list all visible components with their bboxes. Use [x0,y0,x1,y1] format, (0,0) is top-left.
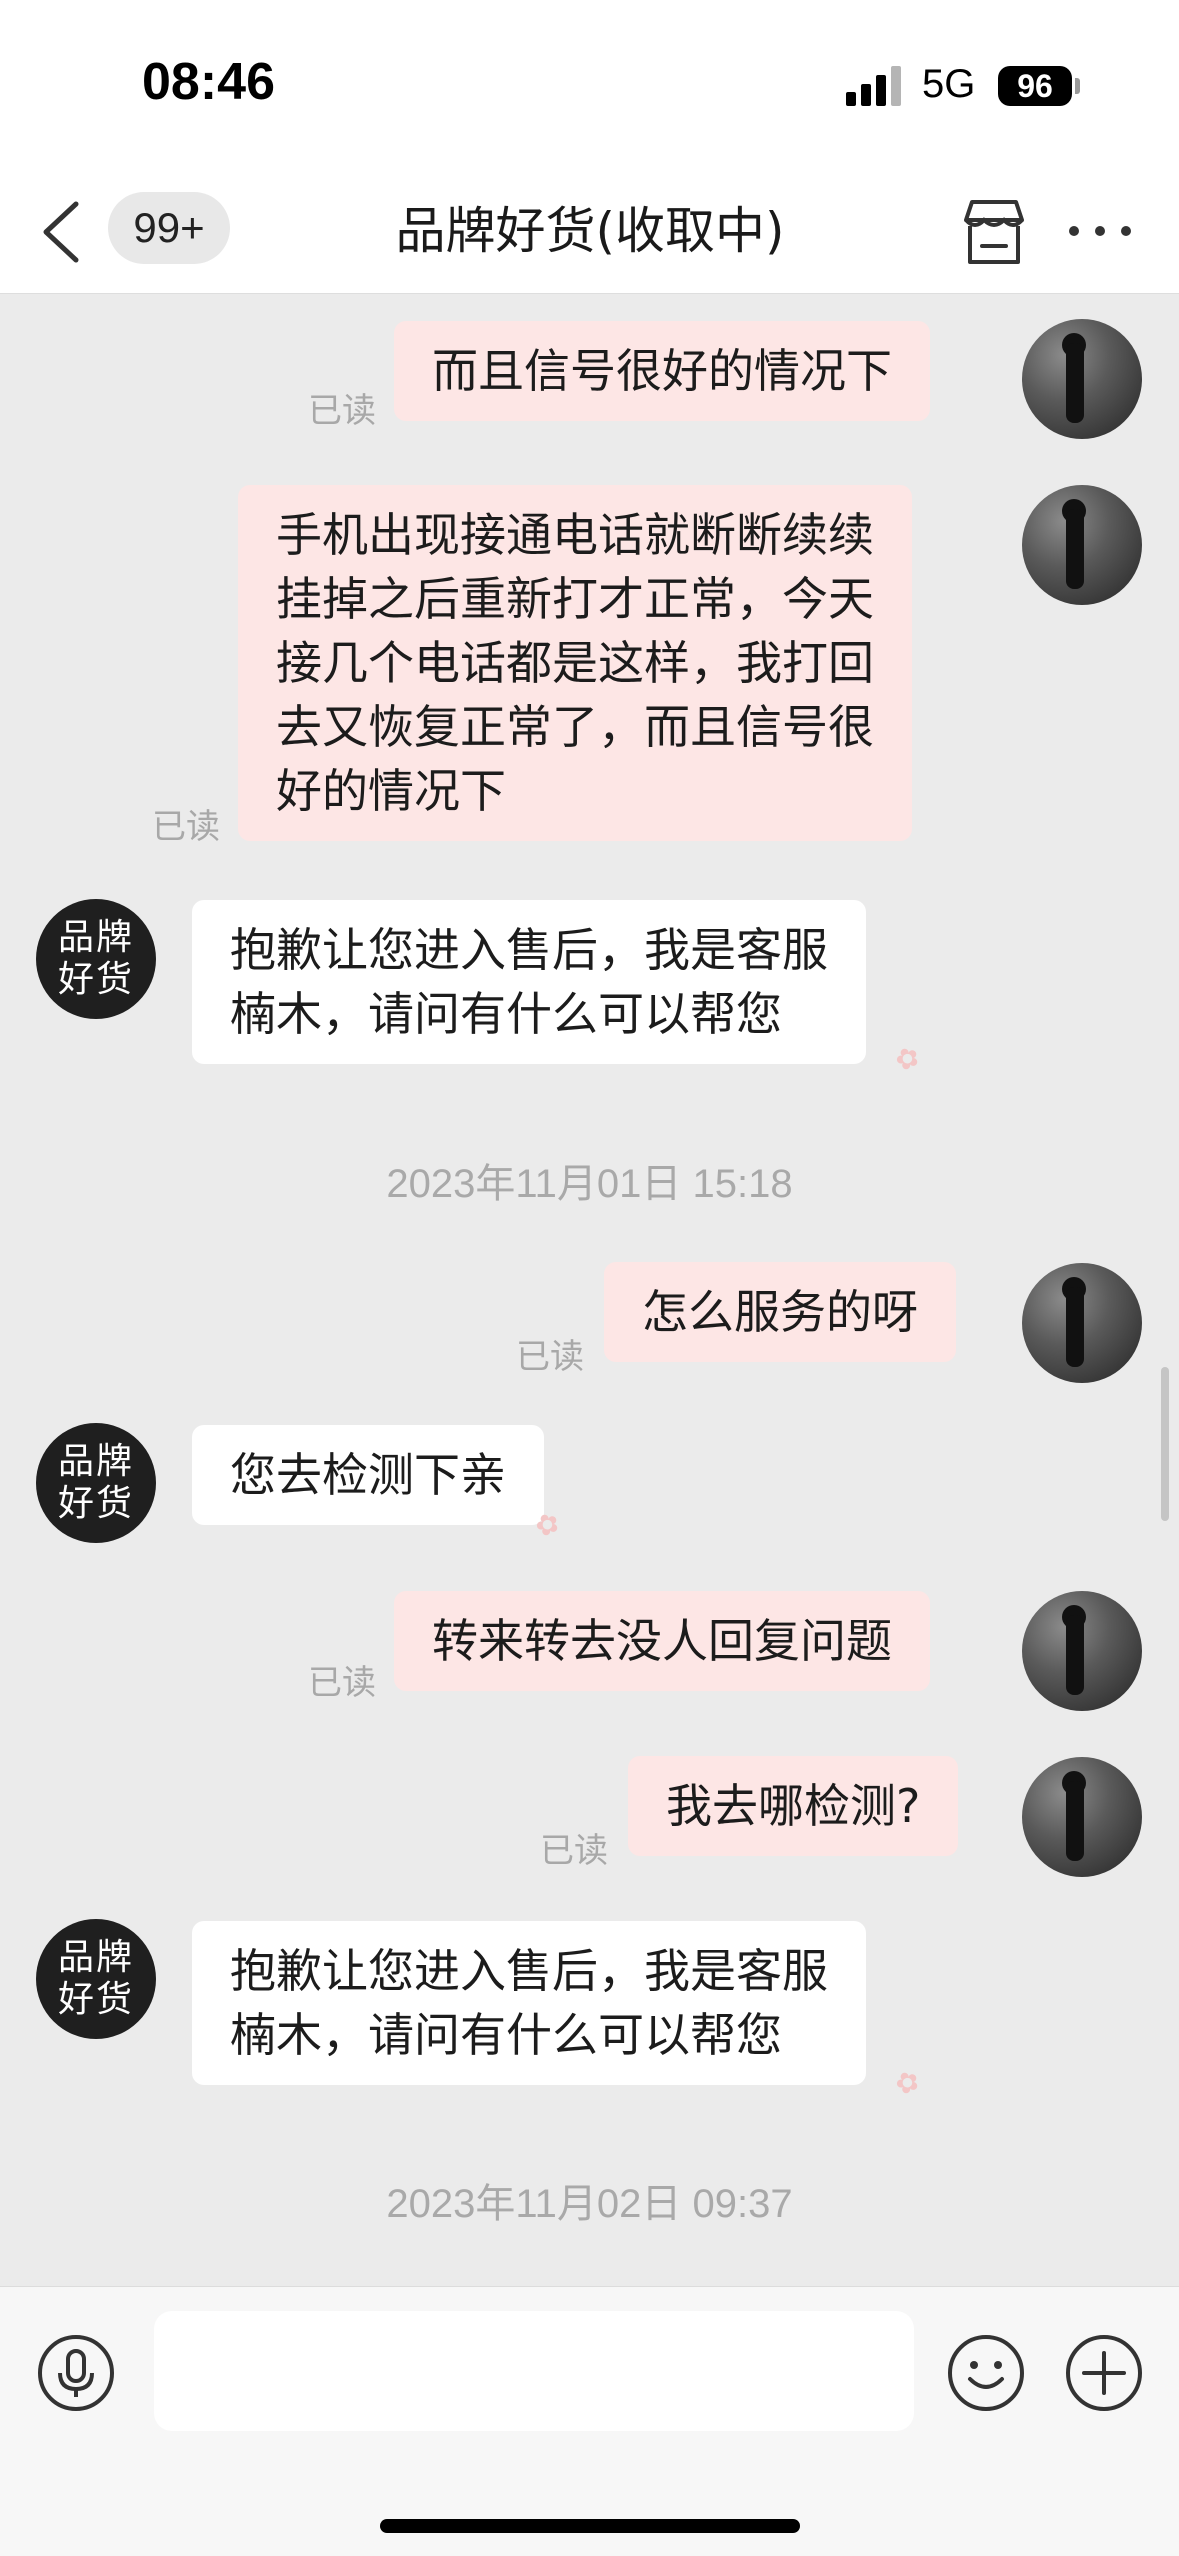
input-bar [0,2286,1179,2556]
microphone-icon[interactable] [36,2333,116,2413]
network-label: 5G [922,62,976,106]
read-receipt: 已读 [152,807,220,847]
store-icon[interactable] [956,194,1032,270]
timestamp: 2023年11月01日 15:18 [386,1162,793,1206]
battery-icon: 96 [998,66,1072,106]
signal-icon [846,66,901,106]
message-bubble-received[interactable]: 抱歉让您进入售后，我是客服 楠木，请问有什么可以帮您 [192,1921,866,2085]
read-receipt: 已读 [308,391,376,431]
brand-avatar[interactable]: 品牌 好货 [36,899,156,1019]
chat-area[interactable]: 已读 而且信号很好的情况下 已读 手机出现接通电话就断断续续 挂掉之后重新打才正… [0,295,1179,2295]
more-icon[interactable] [1064,206,1136,256]
home-indicator[interactable] [380,2519,800,2533]
my-avatar[interactable] [1022,1591,1142,1711]
unread-count-badge[interactable]: 99+ [108,192,230,264]
nav-bar: 99+ 品牌好货(收取中) [0,170,1179,294]
my-avatar[interactable] [1022,319,1142,439]
message-bubble-sent[interactable]: 我去哪检测? [628,1756,959,1856]
watermark-stamp-icon: ✿ [889,1038,925,1079]
message-bubble-sent[interactable]: 手机出现接通电话就断断续续 挂掉之后重新打才正常，今天 接几个电话都是这样，我打… [238,485,912,841]
brand-avatar[interactable]: 品牌 好货 [36,1919,156,2039]
status-bar: 08:46 5G 96 [0,0,1179,170]
scrollbar[interactable] [1161,1367,1169,1521]
message-bubble-sent[interactable]: 转来转去没人回复问题 [394,1591,930,1691]
message-input[interactable] [154,2311,914,2431]
message-bubble-received[interactable]: 抱歉让您进入售后，我是客服 楠木，请问有什么可以帮您 [192,900,866,1064]
message-bubble-sent[interactable]: 怎么服务的呀 [604,1262,956,1362]
my-avatar[interactable] [1022,1757,1142,1877]
read-receipt: 已读 [540,1831,608,1871]
battery-tip [1075,78,1080,94]
brand-avatar[interactable]: 品牌 好货 [36,1423,156,1543]
my-avatar[interactable] [1022,485,1142,605]
read-receipt: 已读 [516,1337,584,1377]
emoji-icon[interactable] [946,2333,1026,2413]
message-bubble-received[interactable]: 您去检测下亲 [192,1425,544,1525]
chat-title: 品牌好货(收取中) [395,202,785,260]
watermark-stamp-icon: ✿ [889,2062,925,2103]
my-avatar[interactable] [1022,1263,1142,1383]
plus-icon[interactable] [1064,2333,1144,2413]
read-receipt: 已读 [308,1663,376,1703]
status-time: 08:46 [142,53,275,111]
back-arrow-icon[interactable] [30,192,100,272]
message-bubble-sent[interactable]: 而且信号很好的情况下 [394,321,930,421]
timestamp: 2023年11月02日 09:37 [386,2182,793,2226]
